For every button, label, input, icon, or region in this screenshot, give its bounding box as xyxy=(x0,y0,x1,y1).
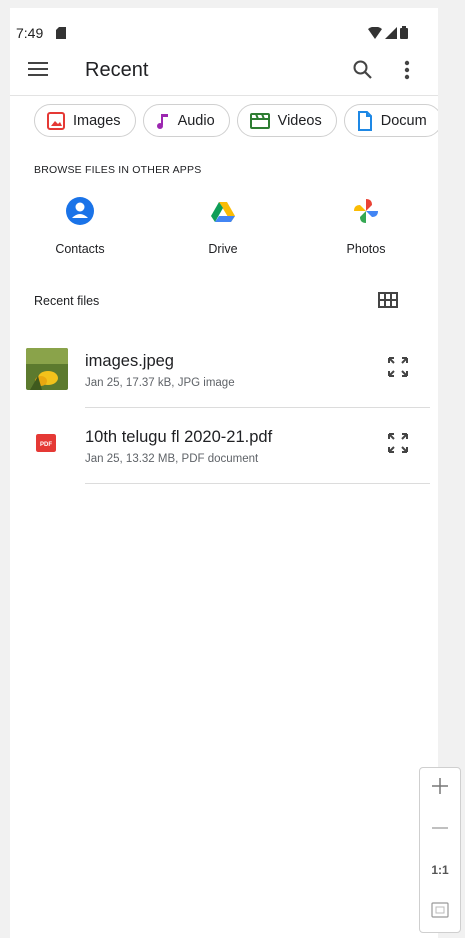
chip-images[interactable]: Images xyxy=(34,104,136,137)
file-meta: Jan 25, 13.32 MB, PDF document xyxy=(85,453,259,465)
chip-label: Images xyxy=(73,112,121,129)
chip-label: Docum xyxy=(380,112,427,129)
zoom-reset-button[interactable]: 1:1 xyxy=(420,863,460,877)
chip-label: Audio xyxy=(177,112,215,129)
page-title: Recent xyxy=(85,59,149,81)
more-options-icon[interactable] xyxy=(403,59,411,81)
battery-icon xyxy=(400,26,408,39)
menu-icon[interactable] xyxy=(28,61,48,77)
file-meta: Jan 25, 17.37 kB, JPG image xyxy=(85,377,235,389)
contacts-icon xyxy=(66,197,94,225)
file-row[interactable]: images.jpeg Jan 25, 17.37 kB, JPG image xyxy=(10,332,438,408)
minus-icon xyxy=(432,827,448,829)
chip-audio[interactable]: Audio xyxy=(142,104,230,137)
image-thumbnail-graphic xyxy=(26,348,68,390)
music-note-icon xyxy=(156,113,168,129)
file-row[interactable]: PDF 10th telugu fl 2020-21.pdf Jan 25, 1… xyxy=(10,408,438,484)
category-chips: Images Audio Videos Docum xyxy=(34,104,438,138)
divider xyxy=(85,483,430,484)
pdf-icon: PDF xyxy=(36,434,56,452)
chip-videos[interactable]: Videos xyxy=(236,104,337,137)
fit-screen-icon xyxy=(431,902,449,918)
pdf-badge-text: PDF xyxy=(40,442,52,448)
status-bar: 7:49 xyxy=(10,16,438,46)
app-bar: Recent xyxy=(10,46,438,96)
wifi-icon xyxy=(368,26,382,39)
photos-icon xyxy=(354,199,378,223)
grid-view-icon[interactable] xyxy=(378,292,398,308)
chip-label: Videos xyxy=(277,112,322,129)
drive-icon xyxy=(211,202,235,222)
image-thumbnail xyxy=(26,348,68,390)
file-name: 10th telugu fl 2020-21.pdf xyxy=(85,428,273,446)
status-icons xyxy=(368,26,408,39)
expand-icon[interactable] xyxy=(386,431,410,455)
search-icon[interactable] xyxy=(352,59,374,81)
chip-documents[interactable]: Docum xyxy=(343,104,438,137)
video-icon xyxy=(249,112,270,129)
image-icon xyxy=(47,111,65,130)
browse-apps: Contacts Drive Photos xyxy=(10,196,438,266)
fit-screen-button[interactable] xyxy=(420,900,460,925)
signal-icon xyxy=(385,26,397,39)
recent-files-title: Recent files xyxy=(34,294,100,308)
app-label: Photos xyxy=(346,242,386,256)
app-contacts[interactable]: Contacts xyxy=(35,196,125,256)
app-label: Contacts xyxy=(55,242,105,256)
zoom-in-button[interactable] xyxy=(420,776,460,801)
status-time: 7:49 xyxy=(16,25,44,41)
app-label: Drive xyxy=(208,242,238,256)
app-photos[interactable]: Photos xyxy=(321,196,411,256)
file-name: images.jpeg xyxy=(85,352,174,370)
app-drive[interactable]: Drive xyxy=(178,196,268,256)
app-screen: 7:49 Recent Images Audio Videos Docum BR… xyxy=(10,8,438,938)
browse-section-title: BROWSE FILES IN OTHER APPS xyxy=(34,164,202,176)
pdf-badge-graphic: PDF xyxy=(36,434,56,452)
sd-card-icon xyxy=(56,27,66,39)
plus-icon xyxy=(432,778,448,794)
zoom-controls: 1:1 xyxy=(419,767,461,933)
expand-icon[interactable] xyxy=(386,355,410,379)
document-icon xyxy=(357,110,372,131)
zoom-out-button[interactable] xyxy=(420,818,460,843)
